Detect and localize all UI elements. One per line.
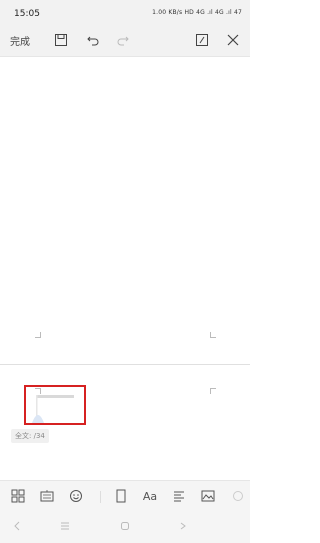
editor-canvas[interactable] (0, 57, 250, 365)
nav-recent-icon[interactable] (178, 521, 188, 531)
edit-icon[interactable] (193, 30, 211, 50)
image-icon[interactable] (200, 488, 216, 504)
save-icon[interactable] (52, 30, 70, 50)
status-time: 15:05 (14, 9, 40, 19)
toolbar-separator (100, 491, 101, 503)
redo-icon[interactable] (114, 30, 132, 50)
image-thumbnail-icon (32, 395, 74, 423)
word-count-badge: 全文: /34 (11, 429, 49, 443)
done-button[interactable]: 完成 (10, 30, 30, 50)
nav-home-icon[interactable] (120, 521, 130, 531)
status-bar: 15:05 1.00 KB/s HD 4G .ıl 4G .ıl 47 (0, 0, 250, 24)
keyboard-icon[interactable] (39, 488, 55, 504)
undo-icon[interactable] (84, 30, 102, 50)
grid-icon[interactable] (10, 488, 26, 504)
emoji-icon[interactable] (68, 488, 84, 504)
bottom-toolbar: Aa (0, 480, 250, 543)
more-icon[interactable] (230, 488, 246, 504)
page-corner-mark (210, 388, 216, 394)
close-icon[interactable] (224, 30, 242, 50)
selected-image-box[interactable] (24, 385, 86, 425)
nav-back-icon[interactable] (12, 521, 22, 531)
font-icon[interactable]: Aa (142, 488, 158, 504)
align-icon[interactable] (171, 488, 187, 504)
canvas-corner-mark (210, 332, 216, 338)
status-icons: 1.00 KB/s HD 4G .ıl 4G .ıl 47 (152, 9, 242, 16)
canvas-corner-mark (35, 332, 41, 338)
top-toolbar: 完成 (0, 24, 250, 57)
nav-menu-icon[interactable] (60, 521, 70, 531)
frame-icon[interactable] (113, 488, 129, 504)
